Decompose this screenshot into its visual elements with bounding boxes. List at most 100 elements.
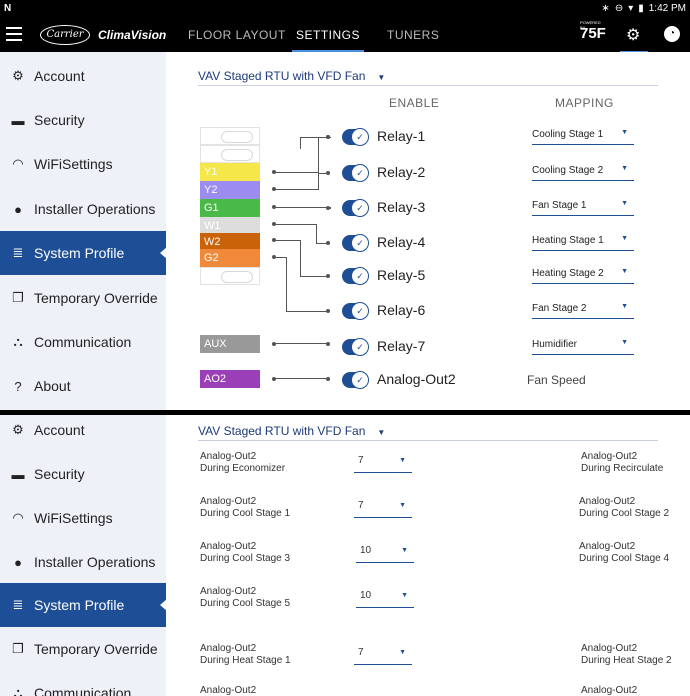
sidebar-item-security[interactable]: ▬ Security	[0, 452, 166, 496]
relay-1-toggle[interactable]	[342, 128, 369, 146]
sidebar-item-communication[interactable]: ⛬ Communication	[0, 671, 166, 696]
chevron-down-icon: ▼	[621, 268, 628, 275]
chevron-down-icon: ▼	[621, 303, 628, 310]
relay-4-label: Relay-4	[377, 234, 426, 250]
installer-icon: ●	[14, 554, 22, 570]
sidebar-item-wifi[interactable]: ◠ WiFiSettings	[0, 496, 166, 540]
relay-2-toggle[interactable]	[342, 164, 369, 182]
terminal-y2: Y2	[200, 181, 260, 199]
lock-icon: ▬	[11, 112, 25, 128]
relay-5-mapping-dropdown[interactable]: Heating Stage 2 ▼	[532, 268, 634, 284]
chevron-down-icon: ▼	[621, 235, 628, 242]
ao-setting-label: Analog-Out2	[581, 685, 638, 696]
chevron-down-icon: ▼	[621, 200, 628, 207]
sidebar-item-installer[interactable]: ● Installer Operations	[0, 540, 166, 584]
relay-6-mapping-dropdown[interactable]: Fan Stage 2 ▼	[532, 303, 634, 319]
sidebar-item-communication[interactable]: ⛬ Communication	[0, 320, 166, 364]
relay-3-mapping-dropdown[interactable]: Fan Stage 1 ▼	[532, 200, 634, 216]
relay-1-label: Relay-1	[377, 128, 426, 144]
sidebar-item-account[interactable]: ⚙ Account	[0, 54, 166, 98]
ao-setting-dropdown[interactable]: 7 ▼	[354, 500, 412, 518]
ao-setting-label: Analog-Out2 During Heat Stage 1	[200, 643, 291, 666]
profile-dropdown[interactable]: VAV Staged RTU with VFD Fan ▼	[198, 69, 385, 83]
relay-2-mapping-dropdown[interactable]: Cooling Stage 2 ▼	[532, 165, 634, 181]
terminal-ao2: AO2	[200, 370, 260, 388]
clock: 1:42 PM	[648, 3, 686, 14]
ao-setting-dropdown[interactable]: 7 ▼	[354, 455, 412, 473]
sidebar-item-temporary-override[interactable]: ❐ Temporary Override	[0, 276, 166, 320]
chevron-down-icon: ▼	[621, 129, 628, 136]
gear-icon: ⚙	[12, 422, 24, 437]
copy-icon: ❐	[12, 290, 24, 305]
dashboard-icon[interactable]: ◔	[664, 26, 680, 42]
gear-icon: ⚙	[12, 68, 24, 83]
relay-5-label: Relay-5	[377, 267, 426, 283]
settings-gear-icon[interactable]: ⚙	[626, 25, 640, 45]
analog-out2-toggle[interactable]	[342, 371, 369, 389]
server-icon: ≣	[12, 597, 24, 612]
sidebar-item-installer[interactable]: ● Installer Operations	[0, 187, 166, 231]
ao-setting-label: Analog-Out2 During Recirculate	[581, 451, 664, 474]
terminal-g1: G1	[200, 199, 260, 217]
terminal-y1: Y1	[200, 163, 260, 181]
brand-name: ClimaVision	[98, 28, 167, 42]
column-enable: ENABLE	[389, 96, 440, 110]
relay-4-toggle[interactable]	[342, 234, 369, 252]
minus-circle-icon: ⊖	[614, 3, 624, 14]
chevron-down-icon: ▼	[399, 649, 406, 656]
relay-6-label: Relay-6	[377, 302, 426, 318]
battery-icon: ▮	[638, 3, 644, 14]
server-icon: ≣	[12, 245, 24, 260]
tab-settings[interactable]: SETTINGS	[291, 28, 365, 52]
chevron-down-icon: ▼	[399, 457, 406, 464]
chevron-down-icon: ▼	[377, 428, 386, 437]
sidebar-item-about[interactable]: ? About	[0, 364, 166, 408]
terminal-aux: AUX	[200, 335, 260, 353]
analog-out2-mapping: Fan Speed	[527, 373, 586, 387]
relay-2-label: Relay-2	[377, 164, 426, 180]
ao-setting-label: Analog-Out2 During Heat Stage 2	[581, 643, 672, 666]
bluetooth-icon: ∗	[601, 3, 610, 14]
relay-7-mapping-dropdown[interactable]: Humidifier ▼	[532, 339, 634, 355]
relay-6-toggle[interactable]	[342, 302, 369, 320]
relay-4-mapping-dropdown[interactable]: Heating Stage 1 ▼	[532, 235, 634, 251]
relay-3-label: Relay-3	[377, 199, 426, 215]
ao-setting-dropdown[interactable]: 7 ▼	[354, 647, 412, 665]
relay-1-mapping-dropdown[interactable]: Cooling Stage 1 ▼	[532, 129, 634, 145]
tab-tuners[interactable]: TUNERS	[387, 28, 439, 42]
carrier-logo: Carrier	[40, 25, 90, 45]
ao-setting-label: Analog-Out2 During Cool Stage 2	[579, 496, 670, 519]
chevron-down-icon: ▼	[401, 592, 408, 599]
network-icon: ⛬	[13, 334, 23, 349]
ao-setting-label: Analog-Out2 During Cool Stage 3	[200, 541, 291, 564]
ao-setting-label: Analog-Out2 During Economizer	[200, 451, 286, 474]
sidebar-item-security[interactable]: ▬ Security	[0, 98, 166, 142]
sidebar-item-wifi[interactable]: ◠ WiFiSettings	[0, 142, 166, 186]
relay-7-toggle[interactable]	[342, 338, 369, 356]
chevron-down-icon: ▼	[621, 339, 628, 346]
menu-icon[interactable]	[6, 27, 22, 41]
chevron-down-icon: ▼	[399, 502, 406, 509]
sidebar-item-account[interactable]: ⚙ Account	[0, 408, 166, 452]
sidebar-item-system-profile[interactable]: ≣ System Profile	[0, 583, 167, 627]
status-bar: N ∗ ⊖ ▾ ▮ 1:42 PM	[0, 0, 690, 18]
ao-setting-dropdown[interactable]: 10 ▼	[356, 545, 414, 563]
relay-3-toggle[interactable]	[342, 199, 369, 217]
terminal-empty	[200, 267, 260, 285]
ao-setting-dropdown[interactable]: 10 ▼	[356, 590, 414, 608]
terminal-g2: G2	[200, 249, 260, 267]
ao-setting-label: Analog-Out2 During Cool Stage 5	[200, 586, 291, 609]
ao-setting-label: Analog-Out2 During Cool Stage 1	[200, 496, 291, 519]
relay-5-toggle[interactable]	[342, 267, 369, 285]
tab-floor-layout[interactable]: FLOOR LAYOUT	[188, 28, 286, 42]
profile-dropdown-2[interactable]: VAV Staged RTU with VFD Fan ▼	[198, 424, 385, 438]
wifi-icon: ▾	[628, 3, 634, 14]
chevron-down-icon: ▼	[377, 73, 386, 82]
sidebar-item-temporary-override[interactable]: ❐ Temporary Override	[0, 627, 166, 671]
network-icon: ⛬	[13, 685, 23, 696]
sidebar: ⚙ Account ▬ Security ◠ WiFiSettings ● Instal…	[0, 52, 167, 410]
chevron-down-icon: ▼	[401, 547, 408, 554]
sidebar-item-system-profile[interactable]: ≣ System Profile	[0, 231, 167, 275]
help-icon: ?	[14, 378, 22, 394]
analog-out2-label: Analog-Out2	[377, 371, 456, 387]
